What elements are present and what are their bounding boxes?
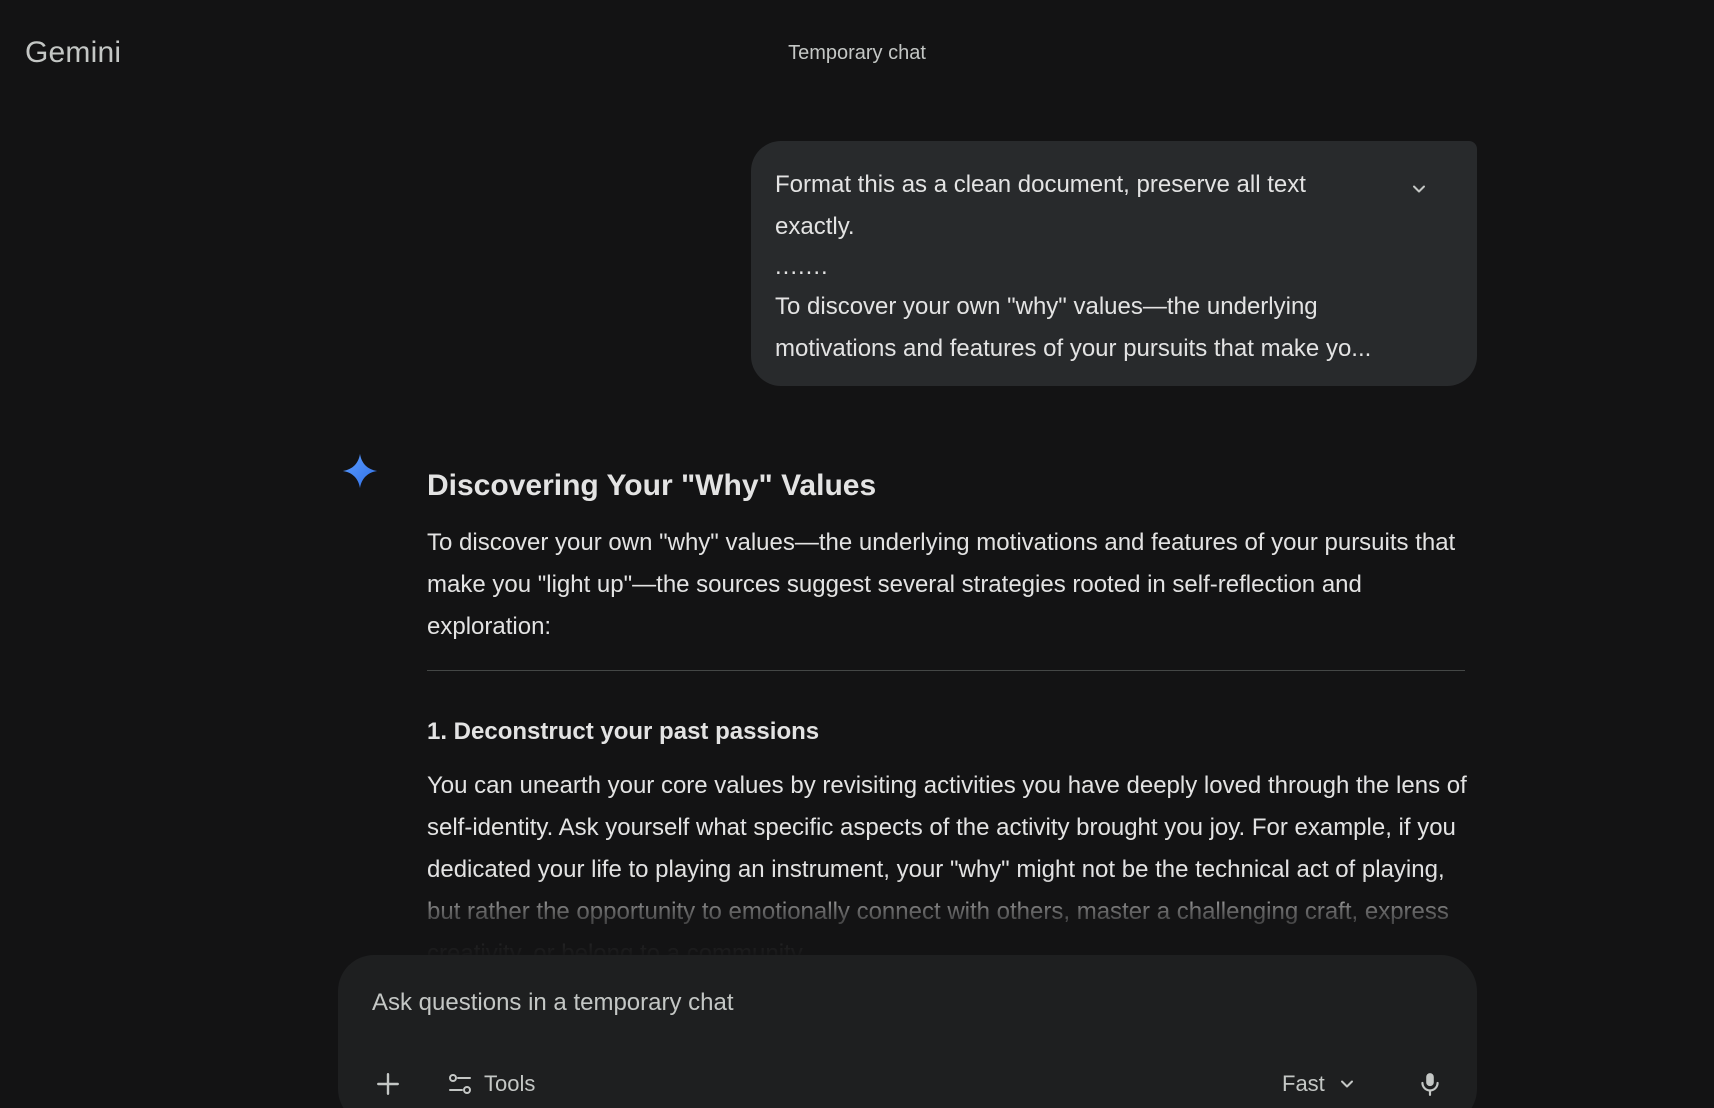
response-intro: To discover your own "why" values—the un… (427, 529, 1456, 640)
section-heading: 1. Deconstruct your past passions (427, 718, 820, 745)
divider (427, 670, 1465, 671)
chevron-down-icon (1413, 185, 1425, 193)
expand-message-button[interactable] (1405, 175, 1433, 203)
tools-icon (449, 1074, 471, 1094)
app-window: Gemini Temporary chat Format this as a c… (0, 0, 1714, 1108)
chat-input[interactable] (372, 985, 1372, 1021)
user-message-preview: To discover your own "why" values—the un… (775, 293, 1372, 362)
model-response: Discovering Your "Why" Values To discove… (427, 464, 1467, 965)
microphone-button[interactable] (1408, 1062, 1452, 1106)
plus-icon (377, 1073, 399, 1095)
response-title: Discovering Your "Why" Values (427, 469, 877, 502)
model-label: Fast (1282, 1071, 1325, 1096)
user-message-text: Format this as a clean document, preserv… (775, 171, 1306, 240)
user-message-dots: ....... (775, 253, 829, 280)
section-paragraph: You can unearth your core values by revi… (427, 772, 1467, 965)
user-message-bubble: Format this as a clean document, preserv… (751, 141, 1477, 386)
tools-button[interactable]: Tools (438, 1062, 543, 1106)
chevron-down-icon (1340, 1080, 1353, 1088)
microphone-icon (1421, 1073, 1439, 1096)
composer-toolbar: Tools Fast (338, 1058, 1477, 1108)
page-title: Temporary chat (788, 42, 926, 64)
model-selector[interactable]: Fast (1276, 1062, 1363, 1106)
gemini-spark-icon (342, 453, 378, 489)
tools-label: Tools (484, 1071, 536, 1096)
composer: Tools Fast (338, 955, 1477, 1108)
add-attachment-button[interactable] (366, 1062, 410, 1106)
